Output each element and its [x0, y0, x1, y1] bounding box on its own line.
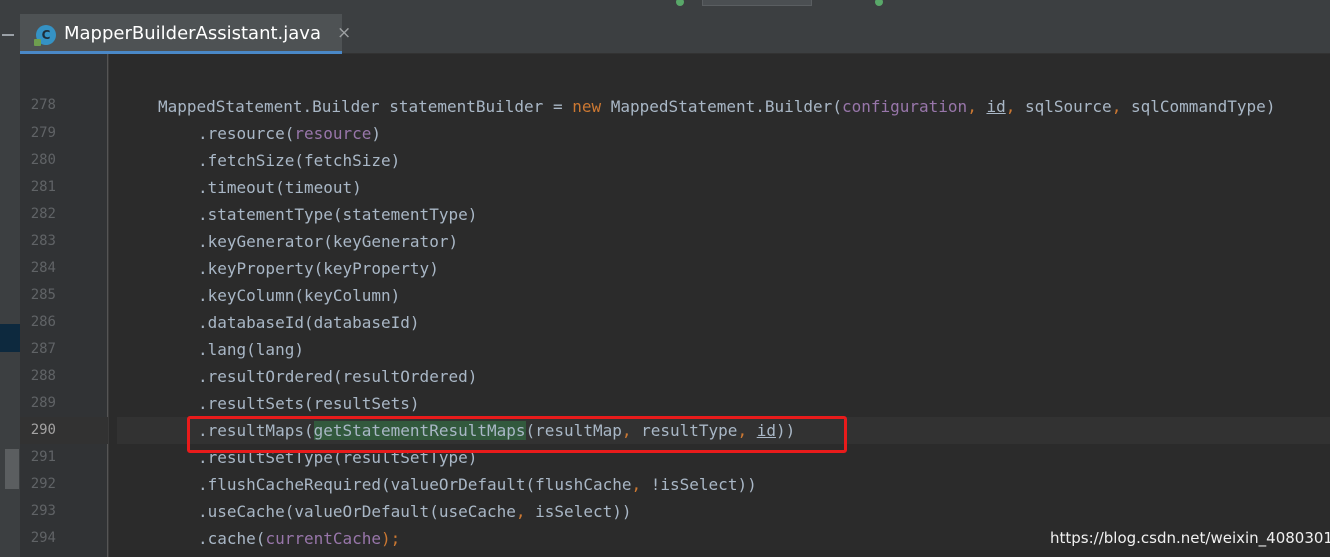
code-token: new	[572, 97, 602, 116]
run-icon[interactable]	[676, 0, 684, 6]
code-line[interactable]: .keyColumn(keyColumn)	[198, 282, 400, 309]
code-token: .timeout(timeout)	[198, 178, 362, 197]
editor-tab-bar: C MapperBuilderAssistant.java ×	[0, 14, 1330, 54]
line-number: 282	[30, 206, 56, 222]
code-line[interactable]: .statementType(statementType)	[198, 201, 477, 228]
project-tree-selection[interactable]	[0, 324, 20, 352]
line-number: 289	[30, 395, 56, 411]
line-number: 293	[30, 503, 56, 519]
code-token: id	[986, 97, 1006, 116]
code-line[interactable]: .keyProperty(keyProperty)	[198, 255, 439, 282]
project-scrollbar-thumb[interactable]	[5, 449, 19, 489]
project-panel-edge	[0, 54, 20, 557]
code-line[interactable]: .resultSets(resultSets)	[198, 390, 420, 417]
code-token: resource	[294, 124, 372, 143]
code-token: .keyGenerator(keyGenerator)	[198, 232, 459, 251]
line-number: 281	[30, 179, 56, 195]
code-token: .lang(lang)	[198, 340, 304, 359]
code-line[interactable]: .timeout(timeout)	[198, 174, 362, 201]
code-token: ,	[1005, 97, 1025, 116]
code-token: .resource(	[198, 124, 295, 143]
code-token: .cache(	[198, 529, 266, 548]
collapse-icon[interactable]	[2, 34, 14, 36]
code-token: .resultSets(resultSets)	[198, 394, 420, 413]
code-token: .fetchSize(fetchSize)	[198, 151, 401, 170]
code-token: ,	[967, 97, 987, 116]
code-token: .keyColumn(keyColumn)	[198, 286, 401, 305]
code-token: .databaseId(databaseId)	[198, 313, 420, 332]
line-number: 294	[30, 530, 56, 546]
highlight-annotation-box	[187, 416, 847, 453]
code-token: sqlCommandType)	[1130, 97, 1276, 116]
code-line[interactable]: .cache(currentCache);	[198, 525, 400, 552]
debug-icon[interactable]	[875, 0, 883, 6]
code-line[interactable]: .databaseId(databaseId)	[198, 309, 420, 336]
code-token: ,	[515, 502, 536, 521]
code-line[interactable]: .lang(lang)	[198, 336, 304, 363]
line-number: 287	[30, 341, 56, 357]
code-token: isSelect))	[535, 502, 632, 521]
code-token: !isSelect))	[650, 475, 757, 494]
line-number: 292	[30, 476, 56, 492]
line-number: 285	[30, 287, 56, 303]
watermark-text: https://blog.csdn.net/weixin_40803011	[1050, 529, 1330, 547]
java-class-icon: C	[34, 25, 56, 46]
code-line[interactable]: .flushCacheRequired(valueOrDefault(flush…	[198, 471, 757, 498]
toolbar-strip	[0, 0, 1330, 14]
line-number: 286	[30, 314, 56, 330]
code-line[interactable]: MappedStatement.Builder statementBuilder…	[158, 93, 1275, 120]
code-token: configuration	[841, 97, 968, 116]
code-token: ,	[1111, 97, 1131, 116]
tab-label: MapperBuilderAssistant.java	[64, 23, 321, 44]
line-number: 280	[30, 152, 56, 168]
code-token: .flushCacheRequired(valueOrDefault(flush…	[198, 475, 632, 494]
code-line[interactable]: .resource(resource)	[198, 120, 381, 147]
code-token: ,	[631, 475, 651, 494]
code-token: .keyProperty(keyProperty)	[198, 259, 439, 278]
code-token: );	[381, 529, 401, 548]
code-token: MappedStatement.Builder(	[601, 97, 842, 116]
close-tab-icon[interactable]: ×	[337, 23, 351, 43]
code-line[interactable]: .useCache(valueOrDefault(useCache, isSel…	[198, 498, 631, 525]
code-token: MappedStatement.Builder statementBuilder…	[158, 97, 573, 116]
code-token: )	[371, 124, 382, 143]
line-number: 278	[30, 97, 56, 113]
line-number-current: 290	[30, 422, 56, 438]
line-number: 291	[30, 449, 56, 465]
code-token: sqlSource	[1024, 97, 1112, 116]
code-line[interactable]: .keyGenerator(keyGenerator)	[198, 228, 458, 255]
line-number: 288	[30, 368, 56, 384]
code-line[interactable]: .fetchSize(fetchSize)	[198, 147, 400, 174]
line-number: 279	[30, 125, 56, 141]
editor-tab-mapperbuilderassistant[interactable]: C MapperBuilderAssistant.java ×	[20, 14, 351, 54]
line-number: 283	[30, 233, 56, 249]
code-token: .resultOrdered(resultOrdered)	[198, 367, 478, 386]
run-config-selector[interactable]	[702, 0, 812, 6]
line-number: 284	[30, 260, 56, 276]
tool-window-strip	[0, 14, 20, 54]
code-token: currentCache	[265, 529, 382, 548]
code-token: .statementType(statementType)	[198, 205, 478, 224]
code-line[interactable]: .resultOrdered(resultOrdered)	[198, 363, 477, 390]
code-token: .useCache(valueOrDefault(useCache	[198, 502, 516, 521]
